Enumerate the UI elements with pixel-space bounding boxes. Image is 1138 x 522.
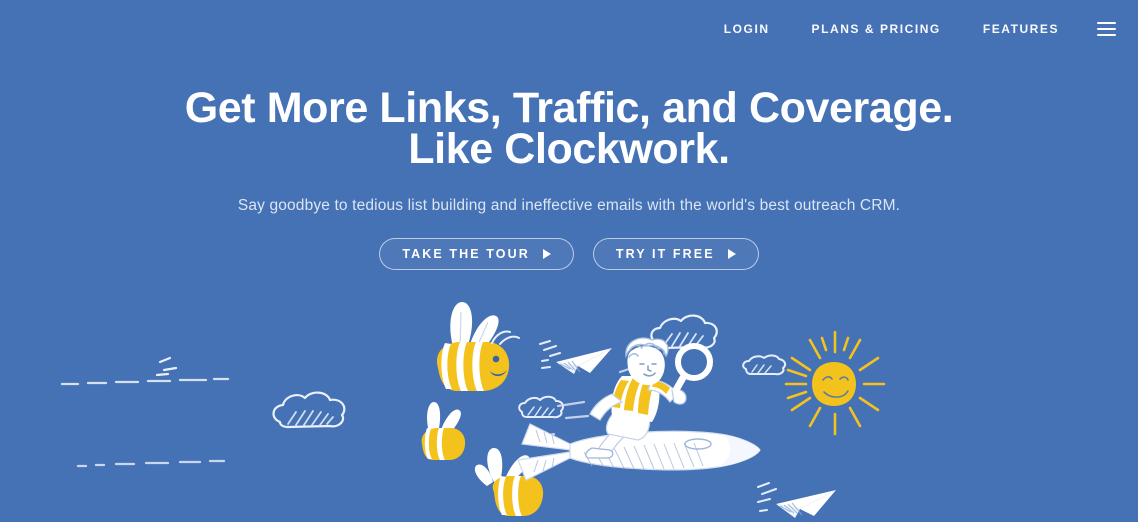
- cta-button-row: TAKE THE TOUR TRY IT FREE: [0, 238, 1138, 270]
- paper-airplane-left: [539, 340, 612, 374]
- bee-trail-upper: [60, 377, 230, 386]
- cloud-right: [742, 354, 787, 376]
- sun-face: [812, 362, 856, 406]
- hero-illustration: [0, 300, 1138, 522]
- child-shoe: [585, 447, 614, 459]
- hamburger-line: [1097, 28, 1116, 30]
- take-the-tour-button[interactable]: TAKE THE TOUR: [379, 238, 574, 270]
- cloud-left: [272, 391, 346, 429]
- bee-speed-lines-upper: [155, 356, 178, 377]
- illustration-canvas: [60, 302, 886, 518]
- try-it-free-label: TRY IT FREE: [615, 247, 715, 261]
- headline-line-2: Like Clockwork.: [408, 125, 730, 173]
- nav-link-login[interactable]: LOGIN: [724, 22, 770, 36]
- hamburger-line: [1097, 22, 1116, 24]
- play-triangle-icon: [542, 249, 551, 259]
- top-navigation-bar: LOGIN PLANS & PRICING FEATURES: [0, 0, 1138, 58]
- try-it-free-button[interactable]: TRY IT FREE: [592, 238, 759, 270]
- landing-page-hero: LOGIN PLANS & PRICING FEATURES Get More …: [0, 0, 1138, 522]
- cloud-mid-left: [518, 395, 565, 419]
- paper-airplane-right: [757, 482, 836, 518]
- nav-link-plans-pricing[interactable]: PLANS & PRICING: [812, 22, 941, 36]
- take-the-tour-label: TAKE THE TOUR: [402, 247, 530, 261]
- nav-link-features[interactable]: FEATURES: [983, 22, 1059, 36]
- magnifying-glass-icon: [672, 343, 713, 394]
- bee-small: [421, 402, 466, 460]
- hamburger-line: [1097, 34, 1116, 36]
- play-triangle-icon: [727, 249, 736, 259]
- hamburger-menu-icon[interactable]: [1097, 22, 1116, 36]
- hero-subheadline: Say goodbye to tedious list building and…: [237, 197, 901, 214]
- airplane-speed-lines: [539, 340, 561, 369]
- airplane-speed-lines: [757, 482, 777, 512]
- bee-antennae: [491, 330, 520, 345]
- bee-large: [436, 302, 520, 391]
- hero-copy: Get More Links, Traffic, and Coverage. L…: [0, 87, 1138, 215]
- page-title: Get More Links, Traffic, and Coverage. L…: [0, 87, 1138, 173]
- sun: [784, 330, 886, 436]
- bee-trail-lower: [76, 459, 226, 468]
- rocket-fin-top: [521, 423, 571, 451]
